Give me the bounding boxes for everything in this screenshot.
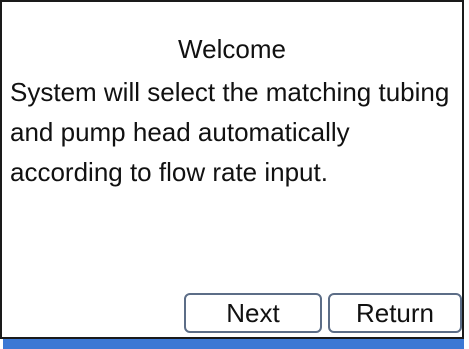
welcome-dialog: Welcome System will select the matching … bbox=[0, 0, 464, 339]
dialog-message: System will select the matching tubing a… bbox=[10, 77, 450, 187]
next-button[interactable]: Next bbox=[184, 293, 322, 333]
bottom-accent-bar bbox=[3, 339, 464, 349]
dialog-title: Welcome bbox=[178, 34, 286, 64]
screen: Welcome System will select the matching … bbox=[0, 0, 469, 349]
return-button[interactable]: Return bbox=[328, 293, 462, 333]
